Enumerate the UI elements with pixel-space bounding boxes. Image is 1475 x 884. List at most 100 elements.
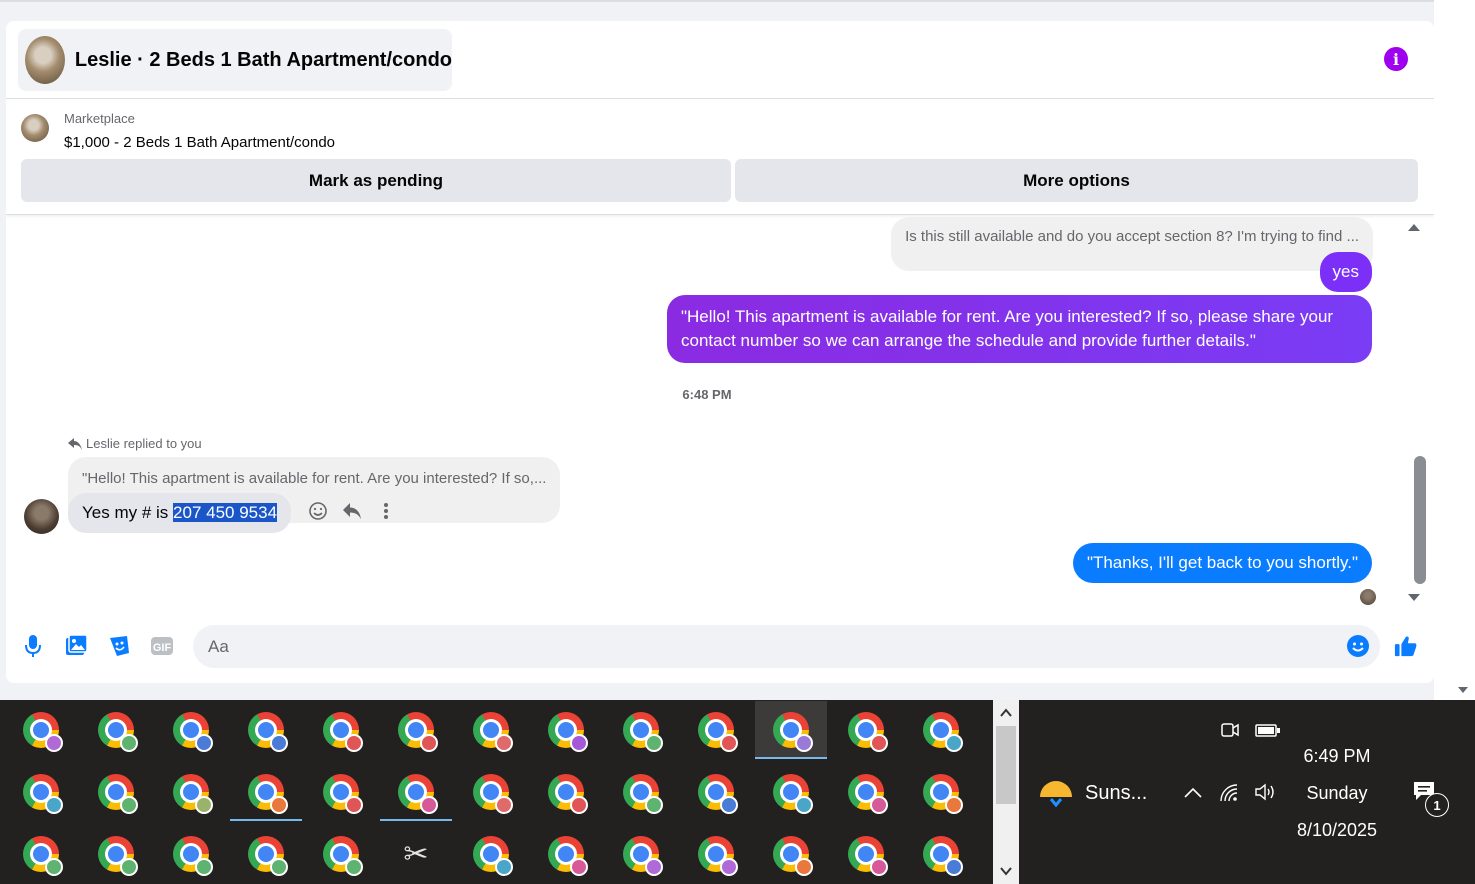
sunset-weather-icon[interactable] [1038, 775, 1074, 811]
volume-icon[interactable] [1254, 782, 1278, 802]
clock-time[interactable]: 6:49 PM [1287, 746, 1387, 767]
svg-text:GIF: GIF [153, 642, 172, 654]
taskbar-chrome-window[interactable] [155, 701, 227, 759]
mark-as-pending-button[interactable]: Mark as pending [21, 159, 731, 202]
chrome-icon [248, 712, 288, 752]
taskbar-chrome-window[interactable] [680, 763, 752, 821]
more-options-button[interactable]: More options [735, 159, 1418, 202]
reply-arrow-icon[interactable] [342, 501, 362, 521]
photo-icon[interactable] [64, 634, 88, 658]
page-scroll-down-icon[interactable] [1457, 686, 1469, 694]
listing-thumbnail[interactable] [21, 114, 49, 142]
like-thumb-icon[interactable] [1394, 634, 1418, 658]
taskbar-chrome-window[interactable] [230, 701, 302, 759]
quoted-message[interactable]: Is this still available and do you accep… [891, 217, 1373, 271]
chrome-icon [923, 712, 963, 752]
microphone-icon[interactable] [21, 634, 45, 658]
taskbar-chrome-window[interactable] [305, 763, 377, 821]
profile-badge-icon [270, 796, 288, 814]
taskbar-chrome-window[interactable] [830, 825, 902, 883]
taskbar-chrome-window[interactable] [155, 825, 227, 883]
profile-badge-icon [570, 796, 588, 814]
taskbar-chrome-window[interactable] [605, 763, 677, 821]
taskbar-chrome-window[interactable] [305, 701, 377, 759]
taskbar-chrome-window[interactable] [230, 763, 302, 821]
taskbar-chrome-window[interactable] [5, 763, 77, 821]
message-input[interactable] [193, 625, 1380, 668]
taskbar-scroll-down-icon[interactable] [1000, 866, 1012, 876]
messages-scroll-thumb[interactable] [1414, 456, 1426, 584]
conversation-title-pill[interactable]: Leslie · 2 Beds 1 Bath Apartment/condo [18, 29, 452, 91]
taskbar-chrome-window[interactable] [155, 763, 227, 821]
taskbar-chrome-window[interactable] [905, 763, 977, 821]
info-icon[interactable]: i [1384, 47, 1408, 71]
taskbar-chrome-window[interactable] [455, 825, 527, 883]
taskbar-chrome-window[interactable] [755, 763, 827, 821]
taskbar-scroll-thumb[interactable] [996, 726, 1016, 804]
react-emoji-icon[interactable] [308, 501, 328, 521]
scroll-up-icon[interactable] [1407, 222, 1421, 232]
selected-phone-number[interactable]: 207 450 9534 [173, 503, 278, 522]
taskbar-chrome-window[interactable] [755, 701, 827, 759]
reply-icon [68, 437, 82, 450]
profile-badge-icon [570, 734, 588, 752]
battery-icon[interactable] [1255, 720, 1281, 740]
taskbar-chrome-window[interactable] [5, 701, 77, 759]
profile-badge-icon [720, 734, 738, 752]
clock-date[interactable]: 8/10/2025 [1287, 820, 1387, 841]
taskbar-chrome-window[interactable] [455, 701, 527, 759]
scroll-down-icon[interactable] [1407, 593, 1421, 603]
taskbar-chrome-window[interactable] [80, 825, 152, 883]
taskbar-chrome-window[interactable] [380, 763, 452, 821]
taskbar-chrome-window[interactable] [830, 701, 902, 759]
taskbar-scrollbar[interactable] [993, 700, 1019, 884]
sender-avatar[interactable] [24, 499, 59, 534]
taskbar-chrome-window[interactable] [80, 701, 152, 759]
taskbar-chrome-window[interactable] [80, 763, 152, 821]
profile-badge-icon [795, 858, 813, 876]
taskbar-chrome-window[interactable] [680, 825, 752, 883]
gif-icon[interactable]: GIF [150, 634, 174, 658]
taskbar-chrome-window[interactable] [530, 701, 602, 759]
wifi-icon[interactable] [1219, 783, 1239, 803]
taskbar-chrome-window[interactable] [380, 701, 452, 759]
weather-label[interactable]: Suns... [1085, 782, 1147, 805]
listing-title[interactable]: $1,000 - 2 Beds 1 Bath Apartment/condo [64, 134, 335, 151]
taskbar-chrome-window[interactable] [305, 825, 377, 883]
taskbar-snipping-tool[interactable]: ✂ [380, 825, 452, 883]
taskbar-chrome-window[interactable] [755, 825, 827, 883]
meet-now-icon[interactable] [1220, 720, 1240, 740]
taskbar-chrome-window[interactable] [830, 763, 902, 821]
chrome-icon [848, 836, 888, 876]
sticker-icon[interactable] [107, 634, 131, 658]
taskbar-chrome-window[interactable] [5, 825, 77, 883]
chrome-icon [923, 836, 963, 876]
taskbar-chrome-window[interactable] [605, 701, 677, 759]
taskbar-chrome-window[interactable] [530, 763, 602, 821]
more-vertical-icon[interactable] [376, 501, 396, 521]
chrome-icon [173, 774, 213, 814]
chevron-up-icon[interactable] [1183, 783, 1203, 803]
taskbar-chrome-window[interactable] [230, 825, 302, 883]
taskbar-chrome-window[interactable] [905, 825, 977, 883]
profile-badge-icon [870, 796, 888, 814]
chrome-icon [473, 836, 513, 876]
incoming-message[interactable]: Yes my # is 207 450 9534 [68, 493, 292, 533]
clock-day[interactable]: Sunday [1287, 783, 1387, 804]
taskbar-chrome-window[interactable] [680, 701, 752, 759]
outgoing-message[interactable]: "Thanks, I'll get back to you shortly." [1072, 543, 1372, 583]
reply-indicator-label: Leslie replied to you [86, 436, 202, 451]
emoji-picker-icon[interactable] [1346, 634, 1370, 658]
profile-badge-icon [420, 796, 438, 814]
taskbar-chrome-window[interactable] [455, 763, 527, 821]
chrome-icon [323, 774, 363, 814]
taskbar-chrome-window[interactable] [530, 825, 602, 883]
profile-badge-icon [945, 796, 963, 814]
outgoing-message[interactable]: "Hello! This apartment is available for … [667, 295, 1372, 363]
taskbar-chrome-window[interactable] [605, 825, 677, 883]
profile-badge-icon [720, 796, 738, 814]
outgoing-message[interactable]: yes [1319, 252, 1372, 292]
reply-indicator: Leslie replied to you [68, 436, 202, 451]
taskbar-scroll-up-icon[interactable] [1000, 708, 1012, 718]
taskbar-chrome-window[interactable] [905, 701, 977, 759]
